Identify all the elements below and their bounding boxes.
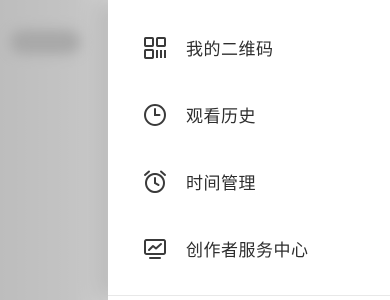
menu-item-time-management[interactable]: 时间管理 [108, 148, 390, 215]
side-drawer: 我的二维码 观看历史 时间管理 创作者服务中心 [108, 0, 390, 300]
divider [108, 295, 390, 296]
menu-item-my-qr-code[interactable]: 我的二维码 [108, 14, 390, 81]
clock-icon [142, 102, 168, 128]
drawer-menu: 我的二维码 观看历史 时间管理 创作者服务中心 [108, 14, 390, 282]
menu-item-label: 创作者服务中心 [186, 241, 309, 261]
chart-monitor-icon [142, 236, 168, 262]
menu-item-label: 时间管理 [186, 174, 256, 194]
menu-item-label: 观看历史 [186, 107, 256, 127]
blurred-content [10, 30, 80, 54]
screen: 我的二维码 观看历史 时间管理 创作者服务中心 [0, 0, 390, 300]
qr-code-icon [142, 35, 168, 61]
blurred-background-page[interactable] [0, 0, 125, 300]
menu-item-creator-service-center[interactable]: 创作者服务中心 [108, 215, 390, 282]
menu-item-label: 我的二维码 [186, 40, 274, 60]
menu-item-watch-history[interactable]: 观看历史 [108, 81, 390, 148]
alarm-clock-icon [142, 169, 168, 195]
